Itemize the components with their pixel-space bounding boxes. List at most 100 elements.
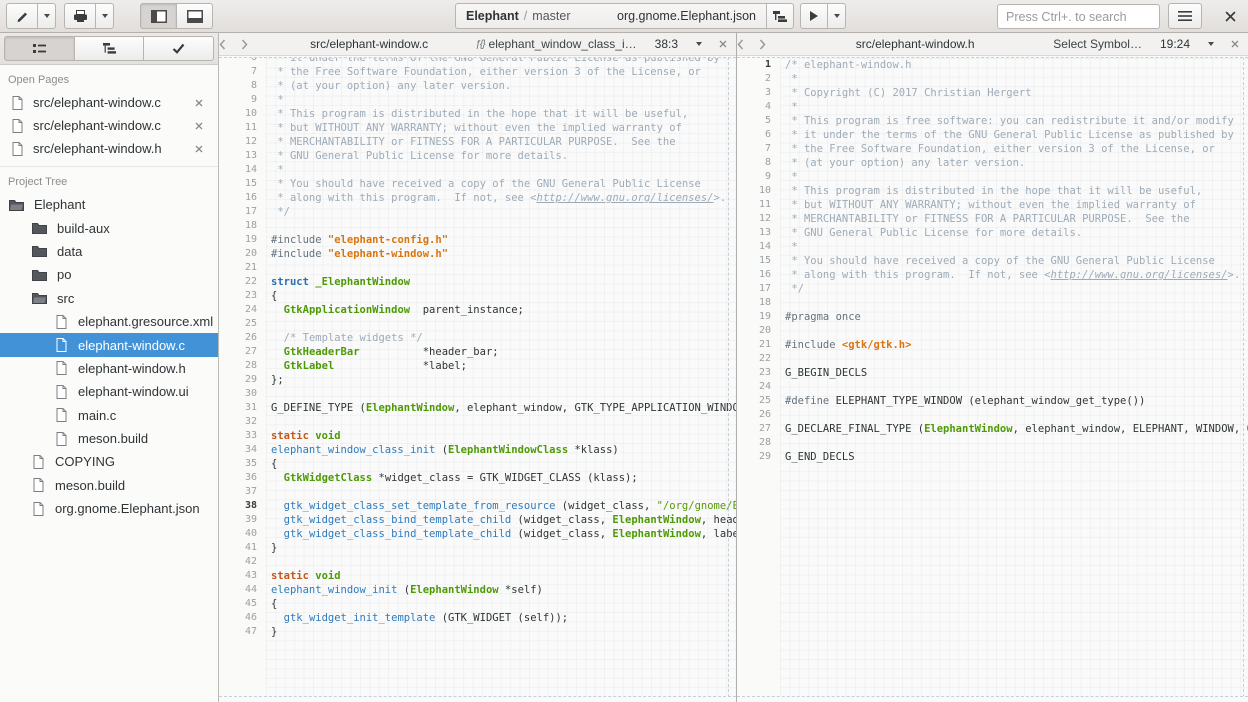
nav-forward-button[interactable]: [241, 39, 263, 50]
tree-folder-item[interactable]: src: [0, 287, 218, 310]
pen-menu-button[interactable]: [37, 3, 56, 29]
tree-file-item[interactable]: elephant-window.c: [0, 333, 218, 356]
panel-toggles: [140, 3, 213, 29]
code-line: [780, 380, 1248, 394]
pages-list-icon: [33, 43, 46, 54]
chevron-down-icon: [102, 14, 108, 18]
build-config-file: org.gnome.Elephant.json: [617, 9, 756, 23]
line-number: 22: [737, 352, 771, 366]
file-icon: [32, 455, 45, 469]
tree-file-item[interactable]: main.c: [0, 404, 218, 427]
line-number: 16: [219, 191, 257, 205]
left-panel-toggle[interactable]: [140, 3, 177, 29]
line-number: 19: [737, 310, 771, 324]
line-number: 20: [219, 247, 257, 261]
code-line: */: [266, 205, 736, 219]
editor-pane-right: src/elephant-window.hSelect Symbol…19:24…: [737, 33, 1248, 702]
tree-item-label: Elephant: [34, 197, 85, 212]
close-page-button[interactable]: [195, 145, 211, 153]
open-page-item[interactable]: src/elephant-window.c: [0, 91, 218, 114]
code-line: GtkLabel *label;: [266, 359, 736, 373]
build-config-button[interactable]: [766, 3, 794, 29]
code-editor[interactable]: /* elephant-window.h * * Copyright (C) 2…: [780, 58, 1248, 696]
tree-folder-item[interactable]: po: [0, 263, 218, 286]
left-panel-icon: [151, 10, 167, 23]
tree-file-item[interactable]: org.gnome.Elephant.json: [0, 497, 218, 520]
nav-back-button[interactable]: [219, 39, 241, 50]
tree-file-item[interactable]: elephant-window.ui: [0, 380, 218, 403]
project-tree: Elephant build-aux data posrcelephant.greso…: [0, 193, 218, 520]
chevron-down-icon: [834, 14, 840, 18]
code-line: #include "elephant-window.h": [266, 247, 736, 261]
line-number: 22: [219, 275, 257, 289]
editor-close-button[interactable]: [1222, 40, 1248, 48]
close-page-button[interactable]: [195, 99, 211, 107]
tree-item-label: elephant-window.ui: [78, 384, 189, 399]
tree-file-item[interactable]: meson.build: [0, 474, 218, 497]
code-line: * (at your option) any later version.: [266, 79, 736, 93]
code-line: * This program is free software: you can…: [780, 114, 1248, 128]
file-icon: [32, 478, 45, 492]
sidebar-tab-tree[interactable]: [74, 36, 145, 61]
folder-icon: [32, 245, 47, 257]
line-number: 25: [737, 394, 771, 408]
window-close-button[interactable]: [1215, 3, 1245, 29]
tree-folder-item[interactable]: build-aux: [0, 216, 218, 239]
close-page-button[interactable]: [195, 122, 211, 130]
editor-close-button[interactable]: [710, 40, 736, 48]
pen-button[interactable]: [6, 3, 38, 29]
editor-menu-button[interactable]: [688, 42, 710, 46]
search-input[interactable]: [997, 4, 1160, 29]
omnibar[interactable]: Elephant/master org.gnome.Elephant.json: [455, 3, 767, 29]
code-line: * Copyright (C) 2017 Christian Hergert: [780, 86, 1248, 100]
code-editor[interactable]: * it under the terms of the GNU General …: [266, 58, 736, 696]
line-number: 23: [737, 366, 771, 380]
project-tree-icon: [103, 43, 116, 54]
line-number: 8: [737, 156, 771, 170]
open-page-item[interactable]: src/elephant-window.h: [0, 137, 218, 160]
bottom-panel-toggle[interactable]: [176, 3, 213, 29]
run-button[interactable]: [800, 3, 828, 29]
tree-folder-item[interactable]: data: [0, 240, 218, 263]
sidebar-tab-todo[interactable]: [143, 36, 214, 61]
nav-forward-button[interactable]: [759, 39, 781, 50]
right-margin-guide: [1243, 57, 1244, 697]
code-line: */: [780, 282, 1248, 296]
line-number: 24: [737, 380, 771, 394]
code-line: {: [266, 457, 736, 471]
tree-file-item[interactable]: elephant-window.h: [0, 357, 218, 380]
sidebar-tab-pages[interactable]: [4, 36, 75, 61]
code-line: * it under the terms of the GNU General …: [266, 58, 736, 65]
builder-window: Elephant/master org.gnome.Elephant.json: [0, 0, 1248, 702]
device-button[interactable]: [64, 3, 96, 29]
editor-menu-button[interactable]: [1200, 42, 1222, 46]
tree-file-item[interactable]: COPYING: [0, 450, 218, 473]
line-number: 27: [737, 422, 771, 436]
line-number: 14: [219, 163, 257, 177]
tree-file-item[interactable]: elephant.gresource.xml: [0, 310, 218, 333]
device-menu-button[interactable]: [95, 3, 114, 29]
tree-item-label: elephant-window.h: [78, 361, 186, 376]
line-number: 19: [219, 233, 257, 247]
line-number: 11: [219, 121, 257, 135]
line-number: 39: [219, 513, 257, 527]
symbol-selector[interactable]: Select Symbol…: [1053, 37, 1142, 51]
code-line: [266, 261, 736, 275]
code-line: [780, 352, 1248, 366]
open-pages-label: Open Pages: [0, 65, 218, 91]
tree-item-label: data: [57, 244, 82, 259]
menu-button[interactable]: [1168, 3, 1202, 29]
code-line: GtkApplicationWindow parent_instance;: [266, 303, 736, 317]
branch-name: master: [532, 9, 570, 23]
line-number: 43: [219, 569, 257, 583]
run-menu-button[interactable]: [827, 3, 846, 29]
tree-file-item[interactable]: meson.build: [0, 427, 218, 450]
open-page-item[interactable]: src/elephant-window.c: [0, 114, 218, 137]
code-line: gtk_widget_init_template (GTK_WIDGET (se…: [266, 611, 736, 625]
code-line: * along with this program. If not, see <…: [780, 268, 1248, 282]
symbol-selector[interactable]: elephant_window_class_i…: [489, 37, 637, 51]
tree-folder-item[interactable]: Elephant: [0, 193, 218, 216]
line-number: 28: [737, 436, 771, 450]
nav-back-button[interactable]: [737, 39, 759, 50]
code-line: [266, 387, 736, 401]
